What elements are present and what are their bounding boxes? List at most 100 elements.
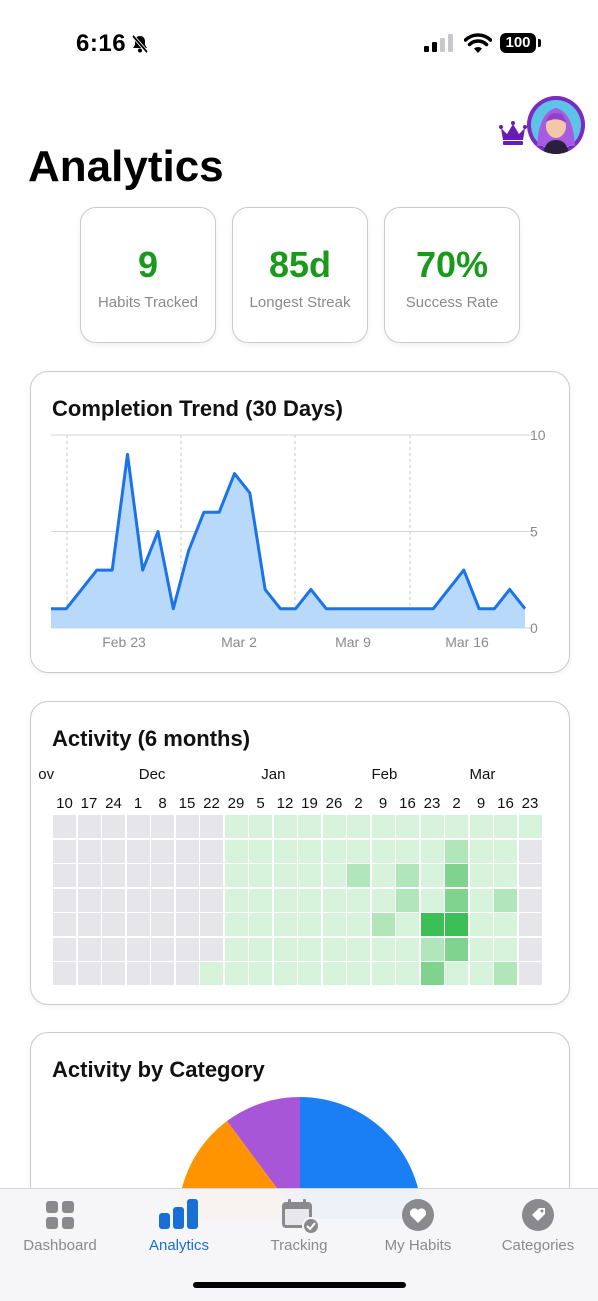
heatmap-cell — [469, 864, 493, 887]
heatmap-cell — [298, 815, 321, 838]
tab-my-habits[interactable]: My Habits — [358, 1189, 478, 1269]
heatmap-cell — [396, 888, 419, 912]
heatmap-cell — [77, 839, 101, 863]
heatmap-cell — [77, 815, 101, 838]
heatmap-cell — [126, 913, 150, 936]
heatmap-cell — [151, 839, 174, 863]
stat-value: 85d — [268, 244, 332, 285]
stat-label: Longest Streak — [249, 294, 351, 311]
heatmap-cell — [200, 937, 223, 961]
bell-slash-icon — [130, 34, 150, 59]
wifi-icon — [463, 33, 493, 60]
x-tick-label: Mar 16 — [445, 634, 489, 650]
heatmap-cell — [518, 913, 542, 936]
tab-dashboard[interactable]: Dashboard — [0, 1189, 120, 1269]
week-label: 19 — [301, 795, 318, 812]
heatmap-cell — [126, 839, 150, 863]
crown-icon[interactable] — [499, 120, 527, 151]
heatmap-cell — [371, 962, 395, 985]
week-label: 22 — [203, 795, 220, 812]
heatmap-cell — [347, 962, 370, 985]
heatmap-cell — [273, 864, 297, 887]
heatmap-cell — [494, 815, 517, 838]
x-tick-label: Mar 9 — [335, 634, 371, 650]
heatmap-cell — [494, 962, 517, 985]
trend-area — [51, 454, 525, 628]
stat-value: 9 — [137, 244, 159, 285]
heatmap-cell — [322, 815, 346, 838]
heatmap-cell — [469, 913, 493, 936]
week-label: 12 — [276, 795, 294, 812]
heatmap-cell — [249, 864, 272, 887]
week-label: 15 — [178, 795, 196, 812]
week-label: 9 — [378, 795, 388, 812]
heatmap-cell — [53, 815, 76, 838]
heatmap-cell — [273, 937, 297, 961]
heatmap-cell — [175, 937, 199, 961]
heatmap-cell — [396, 864, 419, 887]
completion-trend-chart: 0 5 10 Feb 23 Mar 2 Mar 9 Mar 16 — [51, 427, 546, 650]
y-tick-label: 0 — [530, 620, 538, 636]
heatmap-cell — [518, 815, 542, 838]
heatmap-cell — [175, 913, 199, 936]
heatmap-cell — [371, 815, 395, 838]
heatmap-cell — [53, 839, 76, 863]
heatmap-cell — [322, 888, 346, 912]
heart-icon — [402, 1199, 434, 1231]
stat-card-longest-streak: 85d Longest Streak — [232, 207, 368, 343]
week-label: 16 — [497, 795, 514, 812]
heatmap-cell — [102, 913, 125, 936]
heatmap-cell — [396, 913, 419, 936]
week-label: 26 — [325, 795, 343, 812]
tab-categories[interactable]: Categories — [478, 1189, 598, 1269]
heatmap-cell — [175, 888, 199, 912]
avatar[interactable] — [527, 96, 585, 154]
heatmap-cell — [224, 888, 248, 912]
heatmap-cell — [224, 913, 248, 936]
heatmap-cell — [126, 815, 150, 838]
heatmap-cell — [518, 839, 542, 863]
heatmap-cell — [322, 864, 346, 887]
heatmap-cell — [175, 839, 199, 863]
heatmap-cell — [77, 913, 101, 936]
heatmap-cell — [151, 962, 174, 985]
x-tick-label: Mar 2 — [221, 634, 257, 650]
bar-chart-icon — [159, 1199, 198, 1231]
heatmap-cell — [224, 839, 248, 863]
status-bar: 6:16 100 — [0, 0, 598, 90]
heatmap-cell — [371, 913, 395, 936]
heatmap-cell — [200, 839, 223, 863]
heatmap-cell — [445, 937, 468, 961]
grid-icon — [44, 1199, 76, 1231]
y-tick-label: 10 — [530, 427, 546, 443]
tab-label: My Habits — [384, 1237, 452, 1254]
tab-tracking[interactable]: Tracking — [239, 1189, 359, 1269]
heatmap-cell — [518, 888, 542, 912]
cellular-signal-icon — [424, 34, 456, 59]
heatmap-cell — [347, 839, 370, 863]
week-label: 2 — [354, 795, 363, 812]
tab-label: Dashboard — [23, 1237, 97, 1254]
heatmap-cell — [322, 839, 346, 863]
heatmap-cell — [322, 937, 346, 961]
heatmap-cell — [224, 937, 248, 961]
month-label: Dec — [138, 766, 166, 783]
completion-trend-card: Completion Trend (30 Days) 0 5 10 Feb 23 Mar… — [30, 371, 570, 673]
heatmap-cell — [420, 913, 444, 936]
heatmap-cell — [53, 888, 76, 912]
tab-analytics[interactable]: Analytics — [119, 1189, 239, 1269]
x-tick-label: Feb 23 — [102, 634, 146, 650]
heatmap-cell — [445, 839, 468, 863]
heatmap-cell — [469, 815, 493, 838]
stat-card-success-rate: 70% Success Rate — [384, 207, 520, 343]
heatmap-cell — [151, 913, 174, 936]
tab-label: Tracking — [270, 1237, 328, 1254]
heatmap-cell — [494, 839, 517, 863]
heatmap-cell — [420, 815, 444, 838]
week-label: 2 — [452, 795, 461, 812]
heatmap-cell — [347, 864, 370, 887]
week-label: 5 — [256, 795, 265, 812]
heatmap-cell — [347, 937, 370, 961]
heatmap-cell — [151, 864, 174, 887]
heatmap-cell — [322, 913, 346, 936]
